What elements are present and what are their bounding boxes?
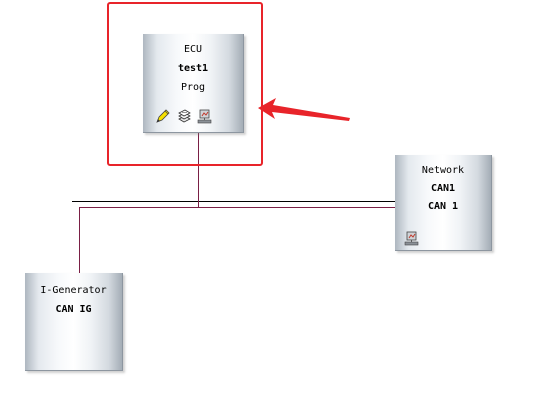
ecu-sub-label: Prog — [180, 82, 206, 93]
stack-icon[interactable] — [177, 109, 192, 124]
ecu-node[interactable]: ECU test1 Prog — [143, 34, 244, 133]
network-port-icon[interactable] — [197, 109, 212, 124]
network-node[interactable]: Network CAN1 CAN 1 — [395, 155, 492, 251]
network-port-icon[interactable] — [404, 231, 419, 246]
igen-node[interactable]: I-Generator CAN IG — [25, 273, 123, 371]
network-type-label: Network — [421, 165, 465, 176]
igen-type-label: I-Generator — [40, 285, 107, 296]
annotation-arrow — [258, 98, 350, 121]
network-name-label: CAN1 — [430, 183, 456, 194]
network-sub-label: CAN 1 — [427, 201, 459, 212]
ecu-name-label: test1 — [177, 63, 209, 74]
pencil-icon[interactable] — [155, 109, 170, 124]
ecu-type-label: ECU — [183, 44, 203, 55]
igen-name-label: CAN IG — [55, 304, 92, 315]
